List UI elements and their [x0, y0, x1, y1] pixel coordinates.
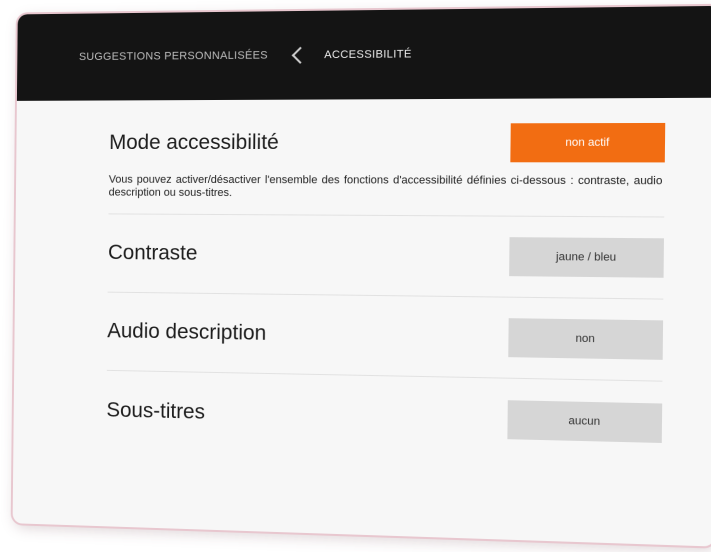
- settings-panel: Mode accessibilité non actif Vous pouvez…: [13, 98, 711, 466]
- accessibility-mode-toggle-button[interactable]: non actif: [510, 123, 665, 162]
- screen-stage: SUGGESTIONS PERSONNALISÉES ACCESSIBILITÉ…: [0, 0, 711, 552]
- accessibility-mode-title: Mode accessibilité: [109, 131, 279, 155]
- accessibility-mode-section: Mode accessibilité non actif Vous pouvez…: [108, 123, 665, 218]
- contraste-value-button[interactable]: jaune / bleu: [509, 237, 664, 278]
- setting-row-audio-description: Audio description non: [107, 293, 663, 382]
- setting-row-contraste: Contraste jaune / bleu: [108, 214, 665, 299]
- setting-label-contraste: Contraste: [108, 241, 198, 266]
- sous-titres-value-button[interactable]: aucun: [507, 400, 662, 443]
- tv-screen: SUGGESTIONS PERSONNALISÉES ACCESSIBILITÉ…: [13, 6, 711, 547]
- setting-label-sous-titres: Sous-titres: [106, 399, 205, 425]
- audio-description-value-button[interactable]: non: [508, 318, 663, 360]
- header-bar: SUGGESTIONS PERSONNALISÉES ACCESSIBILITÉ: [17, 6, 711, 101]
- breadcrumb-parent[interactable]: SUGGESTIONS PERSONNALISÉES: [79, 50, 268, 64]
- accessibility-mode-description: Vous pouvez activer/désactiver l'ensembl…: [109, 174, 665, 202]
- setting-row-sous-titres: Sous-titres aucun: [106, 371, 662, 465]
- page-title: ACCESSIBILITÉ: [324, 48, 412, 61]
- setting-label-audio-description: Audio description: [107, 319, 266, 345]
- accessibility-mode-header: Mode accessibilité non actif: [109, 123, 665, 162]
- chevron-left-icon[interactable]: [291, 47, 308, 64]
